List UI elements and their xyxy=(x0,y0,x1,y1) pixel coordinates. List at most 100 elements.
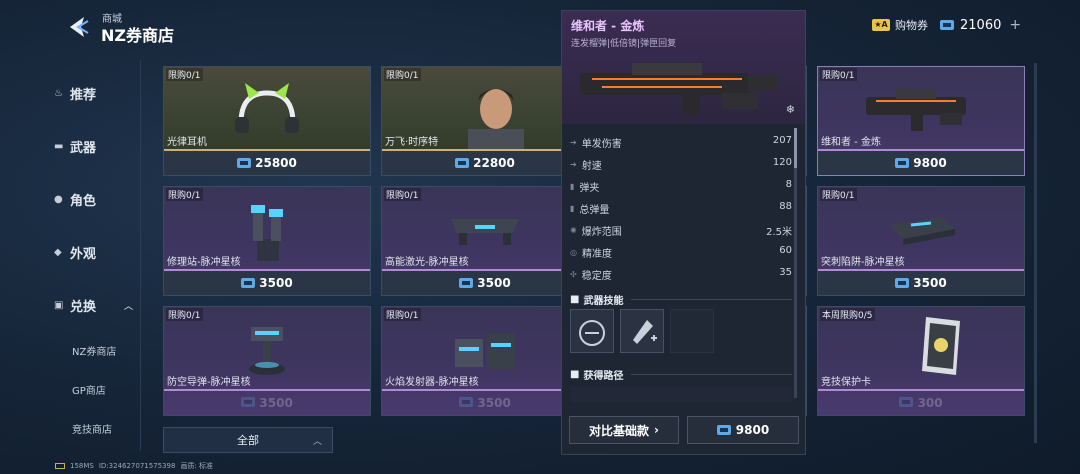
nav-item-weapons[interactable]: ▬ 武器 xyxy=(54,137,96,156)
stat-row: ◎ 精准度 60 xyxy=(570,245,792,260)
nav-label: 外观 xyxy=(70,247,97,262)
faded-price: 3500 xyxy=(381,396,589,410)
price-value: 3500 xyxy=(477,396,511,410)
price-button[interactable]: 25800 xyxy=(164,151,370,175)
stat-label: 爆炸范围 xyxy=(581,227,622,238)
compare-base-button[interactable]: 对比基础款 › xyxy=(569,416,679,444)
item-name: 突刺陷阱-脉冲星核 xyxy=(821,257,905,268)
nz-ticket-icon xyxy=(716,425,731,435)
purchase-limit: 限购0/1 xyxy=(166,308,203,321)
detail-scrollbar[interactable] xyxy=(794,128,797,398)
nz-ticket-icon xyxy=(895,158,910,168)
voucher-label: 购物券 xyxy=(895,19,928,32)
item-name: 维和者 - 金炼 xyxy=(821,137,881,148)
chevron-up-icon: ︿ xyxy=(124,302,134,312)
item-name: 高能激光-脉冲星核 xyxy=(385,257,469,268)
nz-ticket-amount: 21060 xyxy=(960,17,1002,33)
stat-icon: ▮ xyxy=(570,182,575,191)
detail-name: 维和者 - 金炼 xyxy=(571,19,645,33)
price-value: 3500 xyxy=(913,276,947,290)
nz-ticket-icon xyxy=(940,20,954,30)
filter-dropdown[interactable]: 全部 ︿ xyxy=(163,427,333,453)
buy-price: 9800 xyxy=(735,423,770,437)
character-portrait-art xyxy=(464,81,528,155)
purchase-limit: 本周限购0/5 xyxy=(820,308,875,321)
shop-card[interactable]: 限购0/1 高能激光-脉冲星核 3500 xyxy=(381,186,589,296)
price-button[interactable]: 3500 xyxy=(382,271,588,295)
stat-icon: ✺ xyxy=(570,226,577,235)
item-detail-popup: 维和者 - 金炼 连发榴弹|低倍镜|弹匣回复 ❄ ➔ 单发伤害 207 ➔ 射速 120… xyxy=(561,10,806,455)
filter-label: 全部 xyxy=(237,434,259,447)
shopping-voucher[interactable]: ★A 购物券 xyxy=(872,17,928,33)
rarity-bar xyxy=(818,389,1024,391)
stat-row: ✺ 爆炸范围 2.5米 xyxy=(570,223,792,238)
nz-ticket-icon xyxy=(455,158,470,168)
stat-row: ➔ 单发伤害 207 xyxy=(570,135,792,150)
weapon-art xyxy=(572,51,792,121)
skill-slot[interactable] xyxy=(570,309,614,353)
nz-ticket-icon xyxy=(899,397,914,407)
shop-card[interactable]: 限购0/1 光律耳机 25800 xyxy=(163,66,371,176)
purchase-limit: 限购0/1 xyxy=(384,308,421,321)
back-arrow-icon xyxy=(70,17,89,37)
skill-slot[interactable] xyxy=(620,309,664,353)
item-name: 修理站-脉冲星核 xyxy=(167,257,241,268)
compare-label: 对比基础款 xyxy=(589,423,650,438)
quality-text: 画质: 标准 xyxy=(180,462,214,470)
nav-item-characters[interactable]: ● 角色 xyxy=(54,190,96,209)
chevron-up-icon: ︿ xyxy=(312,436,322,447)
nav-item-recommend[interactable]: ♨ 推荐 xyxy=(54,84,96,103)
nav-label: 推荐 xyxy=(70,88,97,103)
stat-value: 8 xyxy=(785,179,792,190)
chevron-right-icon: › xyxy=(654,423,659,437)
grid-scrollbar[interactable] xyxy=(1034,63,1037,443)
stat-label: 总弹量 xyxy=(579,205,610,216)
section-label: 武器技能 xyxy=(583,296,624,307)
price-value: 9800 xyxy=(913,156,947,170)
nz-ticket-balance[interactable]: 21060 + xyxy=(940,17,1021,33)
shop-card-selected[interactable]: 限购0/1 维和者 - 金炼 9800 xyxy=(817,66,1025,176)
source-section-title: ■ 获得路径 xyxy=(570,367,792,382)
stat-label: 射速 xyxy=(581,161,602,172)
stat-row: ✣ 稳定度 35 xyxy=(570,267,792,282)
shop-card[interactable]: 限购0/1 万飞·时序特 22800 xyxy=(381,66,589,176)
purchase-limit: 限购0/1 xyxy=(820,68,857,81)
nav-item-appearance[interactable]: ◆ 外观 xyxy=(54,243,96,262)
stat-icon: ▮ xyxy=(570,204,575,213)
battery-icon xyxy=(55,463,65,469)
faded-price: 300 xyxy=(817,396,1025,410)
item-name: 万飞·时序特 xyxy=(385,137,439,148)
skills-section-title: ■ 武器技能 xyxy=(570,292,792,307)
shop-card[interactable]: 限购0/1 修理站-脉冲星核 3500 xyxy=(163,186,371,296)
price-value: 3500 xyxy=(259,276,293,290)
snowflake-icon: ❄ xyxy=(785,103,795,116)
subnav-gp-store[interactable]: GP商店 xyxy=(72,382,106,397)
price-button[interactable]: 3500 xyxy=(818,271,1024,295)
repair-station-art xyxy=(237,201,297,269)
nav-label: 兑换 xyxy=(70,300,97,315)
stat-icon: ◎ xyxy=(570,248,577,257)
nav-item-exchange[interactable]: ▣ 兑换 ︿ xyxy=(54,296,133,315)
shop-card[interactable]: 限购0/1 突刺陷阱-脉冲星核 3500 xyxy=(817,186,1025,296)
source-row[interactable] xyxy=(570,387,792,403)
nz-ticket-icon xyxy=(459,278,474,288)
faded-price: 3500 xyxy=(163,396,371,410)
price-value: 3500 xyxy=(259,396,293,410)
subnav-nz-store[interactable]: NZ券商店 xyxy=(72,343,116,358)
spike-trap-art xyxy=(881,207,961,255)
price-button[interactable]: 3500 xyxy=(164,271,370,295)
buy-button[interactable]: 9800 xyxy=(687,416,799,444)
add-icon[interactable]: + xyxy=(1009,17,1021,33)
nz-ticket-icon xyxy=(237,158,252,168)
back-button[interactable] xyxy=(62,12,94,42)
price-button[interactable]: 9800 xyxy=(818,151,1024,175)
item-name: 防空导弹-脉冲星核 xyxy=(167,377,251,388)
stat-icon: ➔ xyxy=(570,138,577,147)
stat-value: 35 xyxy=(779,267,792,278)
price-value: 300 xyxy=(917,396,943,410)
subnav-competitive-store[interactable]: 竞技商店 xyxy=(72,421,112,436)
price-button[interactable]: 22800 xyxy=(382,151,588,175)
grenade-launcher-art xyxy=(856,77,986,141)
exchange-icon: ▣ xyxy=(54,299,64,311)
stat-icon: ➔ xyxy=(570,160,577,169)
